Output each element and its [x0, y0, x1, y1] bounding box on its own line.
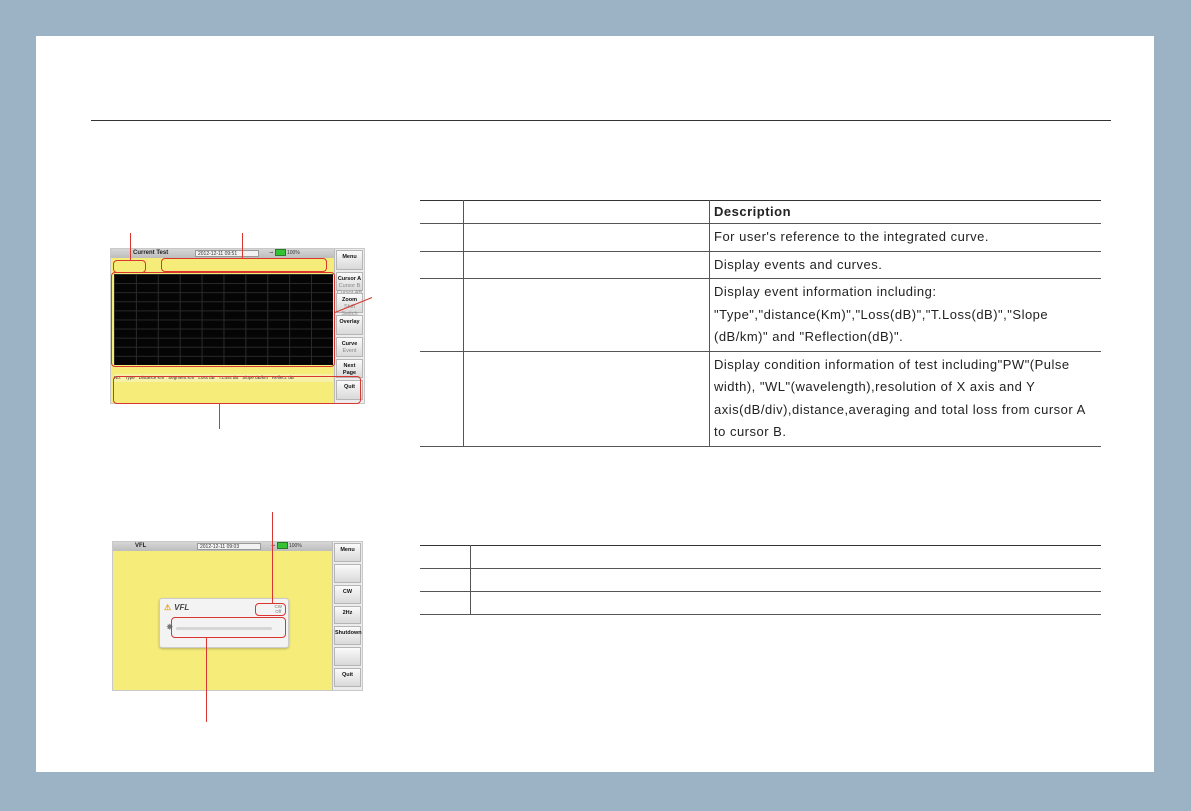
- softkey-label: Zoom: [342, 297, 357, 304]
- vfl-screenshot: VFL 2012-12-11 09:03 ⊸ 100% ⚠VFL CW Off …: [112, 541, 363, 691]
- softkey-label: Curve: [341, 340, 358, 347]
- status-bar: Current Test 2012-12-11 09:51 ⊸ 100%: [111, 249, 335, 258]
- softkey-button[interactable]: [334, 563, 361, 583]
- battery-icon: [276, 542, 288, 550]
- table-row: Display events and curves.: [420, 251, 1101, 279]
- battery-indicator: ⊸ 100%: [271, 542, 302, 551]
- description-cell: Display condition information of test in…: [714, 356, 1086, 440]
- softkey-button[interactable]: 2Hz: [334, 605, 361, 625]
- callout-info-bar: [161, 258, 327, 272]
- battery-level: 100%: [288, 543, 302, 549]
- softkey-label: 2Hz: [342, 609, 353, 616]
- softkey-button[interactable]: Cursor ACursor B Cursor AB: [336, 271, 363, 296]
- softkey-label: Next Page: [342, 362, 357, 376]
- callout-slider: [171, 617, 286, 638]
- leader-line-6: [206, 638, 208, 722]
- manual-page: Current Test 2012-12-11 09:51 ⊸ 100% No.…: [36, 36, 1154, 772]
- softkey-label: Menu: [340, 547, 355, 553]
- vfl-panel-title: ⚠ VFL: [164, 603, 190, 612]
- softkey-button[interactable]: Curve Event: [336, 336, 363, 357]
- table-row: [420, 568, 1101, 592]
- softkey-button[interactable]: Overlay: [336, 315, 363, 335]
- softkey-sublabel: Event: [342, 347, 357, 354]
- status-bar: VFL 2012-12-11 09:03 ⊸ 100%: [113, 542, 333, 551]
- softkey-label: Cursor A: [337, 275, 362, 282]
- softkey-label: CW: [342, 588, 353, 595]
- battery-icon: [274, 249, 286, 257]
- softkey-button[interactable]: Shutdown: [334, 626, 362, 646]
- leader-line-5: [272, 512, 274, 603]
- softkey-button[interactable]: Quit: [334, 668, 361, 687]
- header-rule: [91, 120, 1111, 121]
- table-row: [420, 591, 1101, 615]
- second-table: [420, 545, 1101, 615]
- softkey-label: Shutdown: [335, 630, 362, 637]
- softkey-label: Quit: [342, 672, 353, 679]
- description-cell: Display event information including: "Ty…: [714, 284, 1049, 344]
- callout-events: [113, 376, 361, 404]
- battery-indicator: ⊸ 100%: [269, 249, 300, 258]
- description-table: Description For user's reference to the …: [420, 200, 1101, 447]
- datetime-display: 2012-12-11 09:51: [195, 250, 259, 257]
- plug-icon: ⊸: [269, 250, 274, 256]
- description-cell: For user's reference to the integrated c…: [714, 229, 989, 244]
- battery-level: 100%: [286, 250, 300, 256]
- softkey-label: Menu: [342, 254, 357, 260]
- table-row: Display event information including: "Ty…: [420, 278, 1101, 351]
- screen-title: VFL: [135, 543, 147, 549]
- table-header-row: Description: [420, 200, 1101, 224]
- description-header: Description: [714, 204, 792, 219]
- description-cell: Display events and curves.: [714, 256, 883, 272]
- softkey-label: Overlay: [339, 319, 360, 326]
- callout-plot: [111, 272, 335, 367]
- callout-mode: [255, 603, 286, 616]
- table-row: For user's reference to the integrated c…: [420, 223, 1101, 251]
- leader-line-1: [130, 233, 132, 260]
- softkey-button[interactable]: Menu: [336, 250, 363, 270]
- table-row: [420, 545, 1101, 569]
- softkey-panel: Menu CW 2Hz Shutdown Quit: [332, 542, 362, 690]
- screen-title: Current Test: [133, 250, 169, 256]
- leader-line-2: [242, 233, 244, 258]
- softkey-button[interactable]: Menu: [334, 543, 361, 562]
- datetime-display: 2012-12-11 09:03: [197, 543, 261, 550]
- softkey-button[interactable]: [334, 647, 361, 667]
- softkey-button[interactable]: CW: [334, 584, 361, 604]
- warning-icon: ⚠: [164, 603, 172, 612]
- leader-line-4: [219, 404, 221, 429]
- table-row: Display condition information of test in…: [420, 351, 1101, 446]
